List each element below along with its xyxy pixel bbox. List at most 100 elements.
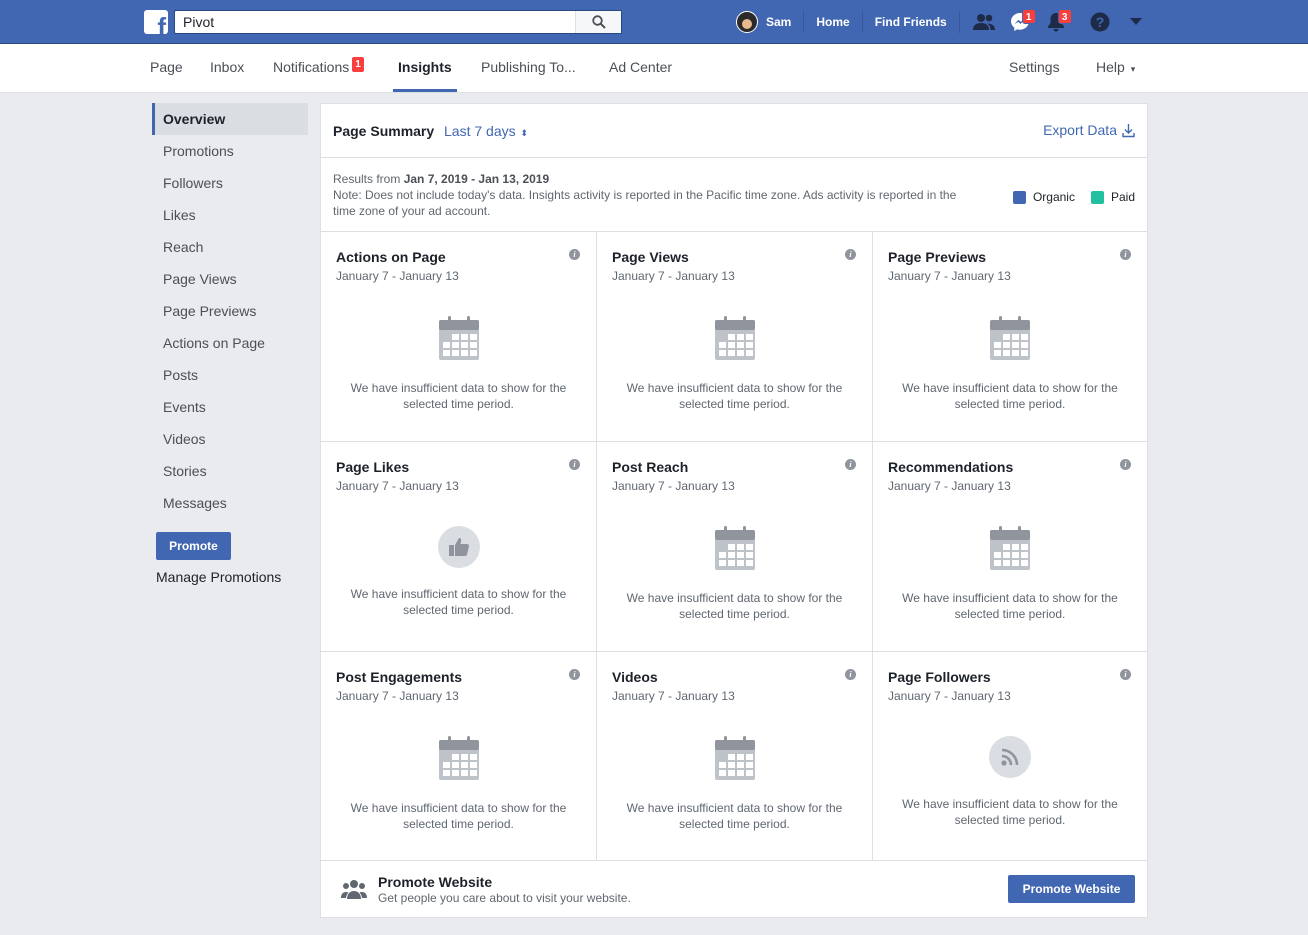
legend-organic: Organic (1012, 190, 1075, 204)
tab-insights[interactable]: Insights (393, 44, 457, 92)
date-range-label: Last 7 days (444, 123, 516, 139)
page-summary-panel: Page Summary Last 7 days ⬍ Export Data R… (320, 103, 1148, 862)
search-input[interactable] (175, 11, 575, 33)
sidebar-item-actions-on-page[interactable]: Actions on Page (152, 327, 308, 359)
calendar-icon (714, 736, 755, 785)
sidebar-item-promotions[interactable]: Promotions (152, 135, 308, 167)
info-icon[interactable]: i (569, 249, 580, 260)
info-icon[interactable]: i (845, 669, 856, 680)
sidebar-item-stories[interactable]: Stories (152, 455, 308, 487)
card-date-range: January 7 - January 13 (888, 689, 1011, 703)
facebook-logo-icon[interactable]: f (144, 10, 168, 34)
card-title: Page Likes (336, 459, 410, 475)
tab-publishing-tools[interactable]: Publishing To... (481, 44, 576, 92)
legend-organic-swatch (1012, 190, 1026, 204)
metric-card-videos: Videos January 7 - January 13 i We have … (597, 652, 873, 862)
info-icon[interactable]: i (845, 459, 856, 470)
friend-requests-icon (972, 14, 995, 30)
calendar-icon (438, 316, 479, 365)
legend: Organic Paid (997, 190, 1135, 204)
metric-card-post-reach: Post Reach January 7 - January 13 i We h… (597, 442, 873, 652)
card-date-range: January 7 - January 13 (888, 269, 1011, 283)
legend-paid-swatch (1090, 190, 1104, 204)
insufficient-data-message: We have insufficient data to show for th… (626, 801, 843, 831)
manage-promotions-link[interactable]: Manage Promotions (156, 569, 281, 585)
card-title: Page Previews (888, 249, 987, 265)
sidebar-item-messages[interactable]: Messages (152, 487, 308, 519)
top-bar: f Sam Home Find Friends 1 3 ? (0, 0, 1308, 44)
sidebar-item-events[interactable]: Events (152, 391, 308, 423)
sidebar-item-reach[interactable]: Reach (152, 231, 308, 263)
info-icon[interactable]: i (569, 459, 580, 470)
promote-button[interactable]: Promote (156, 532, 231, 560)
promote-website-bar: Promote Website Get people you care abou… (320, 861, 1148, 918)
date-range-select[interactable]: Last 7 days ⬍ (444, 123, 528, 139)
metric-card-post-engagements: Post Engagements January 7 - January 13 … (321, 652, 597, 862)
insufficient-data-message: We have insufficient data to show for th… (626, 381, 843, 411)
card-date-range: January 7 - January 13 (612, 479, 735, 493)
summary-title: Page Summary (333, 123, 435, 139)
card-date-range: January 7 - January 13 (336, 689, 459, 703)
card-date-range: January 7 - January 13 (336, 269, 459, 283)
help-button[interactable]: ? (1082, 0, 1118, 44)
timezone-note: Note: Does not include today's data. Ins… (333, 188, 957, 218)
help-label: Help (1096, 59, 1125, 75)
search-button[interactable] (575, 11, 621, 33)
rss-feed-icon (989, 736, 1031, 778)
sidebar-item-page-views[interactable]: Page Views (152, 263, 308, 295)
tab-notifications[interactable]: Notifications 1 (273, 44, 365, 92)
find-friends-link[interactable]: Find Friends (863, 11, 960, 33)
card-date-range: January 7 - January 13 (336, 479, 459, 493)
insights-sidebar: Overview Promotions Followers Likes Reac… (152, 103, 308, 519)
account-menu-button[interactable] (1118, 0, 1154, 44)
legend-organic-label: Organic (1032, 190, 1075, 204)
promote-website-title: Promote Website (378, 874, 493, 890)
settings-link[interactable]: Settings (1009, 44, 1060, 92)
calendar-icon (990, 316, 1030, 365)
search-box (174, 10, 622, 34)
top-right-nav: Sam Home Find Friends 1 3 ? (736, 0, 1154, 44)
sidebar-item-posts[interactable]: Posts (152, 359, 308, 391)
metric-card-page-followers: Page Followers January 7 - January 13 i … (873, 652, 1147, 862)
help-menu[interactable]: Help ▾ (1096, 44, 1135, 92)
info-icon[interactable]: i (1120, 669, 1131, 680)
sidebar-item-followers[interactable]: Followers (152, 167, 308, 199)
sidebar-item-videos[interactable]: Videos (152, 423, 308, 455)
help-dropdown-arrow: ▾ (1130, 64, 1136, 74)
card-title: Page Followers (888, 669, 991, 685)
info-icon[interactable]: i (1120, 459, 1131, 470)
results-date-range: Jan 7, 2019 - Jan 13, 2019 (403, 172, 550, 186)
info-icon[interactable]: i (569, 669, 580, 680)
insufficient-data-message: We have insufficient data to show for th… (902, 591, 1118, 621)
card-title: Post Reach (612, 459, 689, 475)
sidebar-item-overview[interactable]: Overview (152, 103, 308, 135)
home-link[interactable]: Home (804, 11, 863, 33)
messenger-button[interactable]: 1 (1002, 0, 1038, 44)
user-name: Sam (766, 15, 792, 29)
info-icon[interactable]: i (845, 249, 856, 260)
tab-inbox[interactable]: Inbox (210, 44, 244, 92)
thumbs-up-icon (437, 526, 480, 568)
page-nav: Page Inbox Notifications 1 Insights Publi… (0, 44, 1308, 93)
sidebar-item-likes[interactable]: Likes (152, 199, 308, 231)
tab-ad-center[interactable]: Ad Center (609, 44, 672, 92)
avatar (736, 11, 758, 33)
info-icon[interactable]: i (1120, 249, 1131, 260)
help-icon: ? (1090, 12, 1110, 32)
metric-card-page-previews: Page Previews January 7 - January 13 i W… (873, 232, 1147, 442)
export-data-link[interactable]: Export Data (1043, 122, 1135, 138)
card-date-range: January 7 - January 13 (888, 479, 1011, 493)
export-data-label: Export Data (1043, 122, 1117, 138)
profile-link[interactable]: Sam (736, 11, 805, 33)
account-menu-chevron-icon (1129, 18, 1142, 25)
promote-website-description: Get people you care about to visit your … (378, 891, 631, 905)
calendar-icon (438, 736, 479, 785)
friend-requests-button[interactable] (966, 0, 1002, 44)
tab-page[interactable]: Page (150, 44, 183, 92)
notifications-button[interactable]: 3 (1038, 0, 1074, 44)
promote-website-button[interactable]: Promote Website (1008, 875, 1135, 903)
sidebar-item-page-previews[interactable]: Page Previews (152, 295, 308, 327)
results-range-text: Results from Jan 7, 2019 - Jan 13, 2019 (333, 171, 549, 187)
card-date-range: January 7 - January 13 (612, 689, 735, 703)
insufficient-data-message: We have insufficient data to show for th… (902, 797, 1118, 827)
